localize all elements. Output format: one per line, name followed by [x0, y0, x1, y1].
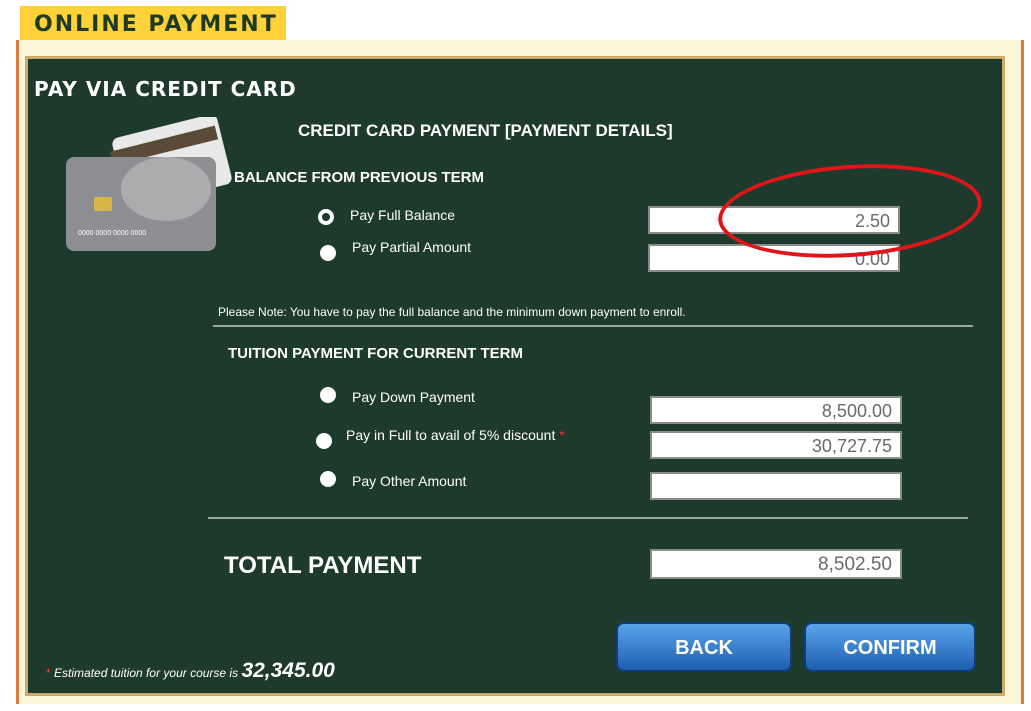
divider [213, 325, 973, 327]
pay-other-amount-radio[interactable] [320, 471, 336, 487]
back-button[interactable]: BACK [616, 622, 792, 672]
divider [208, 517, 968, 519]
confirm-button[interactable]: CONFIRM [804, 622, 976, 672]
estimated-tuition-note: * Estimated tuition for your course is 3… [46, 659, 335, 683]
balance-section-title: BALANCE FROM PREVIOUS TERM [234, 169, 485, 186]
pay-partial-amount-label: Pay Partial Amount [352, 239, 472, 255]
total-payment-label: TOTAL PAYMENT [224, 552, 422, 579]
estimated-tuition-amount: 32,345.00 [241, 659, 335, 682]
credit-card-icon: 0000 0000 0000 0000 [66, 117, 232, 251]
pay-partial-amount-radio[interactable] [320, 245, 336, 261]
payment-panel: PAY VIA CREDIT CARD 0000 0000 0000 0000 … [25, 56, 1005, 696]
balance-note: Please Note: You have to pay the full ba… [218, 305, 686, 319]
discount-footnote-star: * [559, 427, 565, 443]
full-payment-amount[interactable] [650, 431, 902, 459]
pay-in-full-text: Pay in Full to avail of 5% discount [346, 427, 556, 443]
pay-down-payment-label: Pay Down Payment [352, 389, 475, 405]
pay-down-payment-radio[interactable] [320, 387, 336, 403]
pay-in-full-radio[interactable] [316, 433, 332, 449]
estimated-tuition-text: Estimated tuition for your course is [54, 666, 239, 680]
pay-full-balance-label: Pay Full Balance [350, 207, 456, 223]
pay-in-full-label: Pay in Full to avail of 5% discount * [346, 427, 565, 443]
pay-full-balance-radio[interactable] [318, 209, 334, 225]
card-number-text: 0000 0000 0000 0000 [78, 230, 146, 237]
page-title: ONLINE PAYMENT [34, 12, 278, 37]
panel-title: PAY VIA CREDIT CARD [34, 77, 297, 101]
payment-details-heading: CREDIT CARD PAYMENT [PAYMENT DETAILS] [298, 121, 673, 140]
tuition-section-title: TUITION PAYMENT FOR CURRENT TERM [228, 345, 523, 362]
total-payment-amount [650, 549, 902, 579]
other-amount-field[interactable] [650, 472, 902, 500]
footnote-star: * [46, 666, 51, 680]
down-payment-amount[interactable] [650, 396, 902, 424]
online-payment-tab: ONLINE PAYMENT [20, 6, 286, 42]
pay-other-amount-label: Pay Other Amount [352, 473, 467, 489]
